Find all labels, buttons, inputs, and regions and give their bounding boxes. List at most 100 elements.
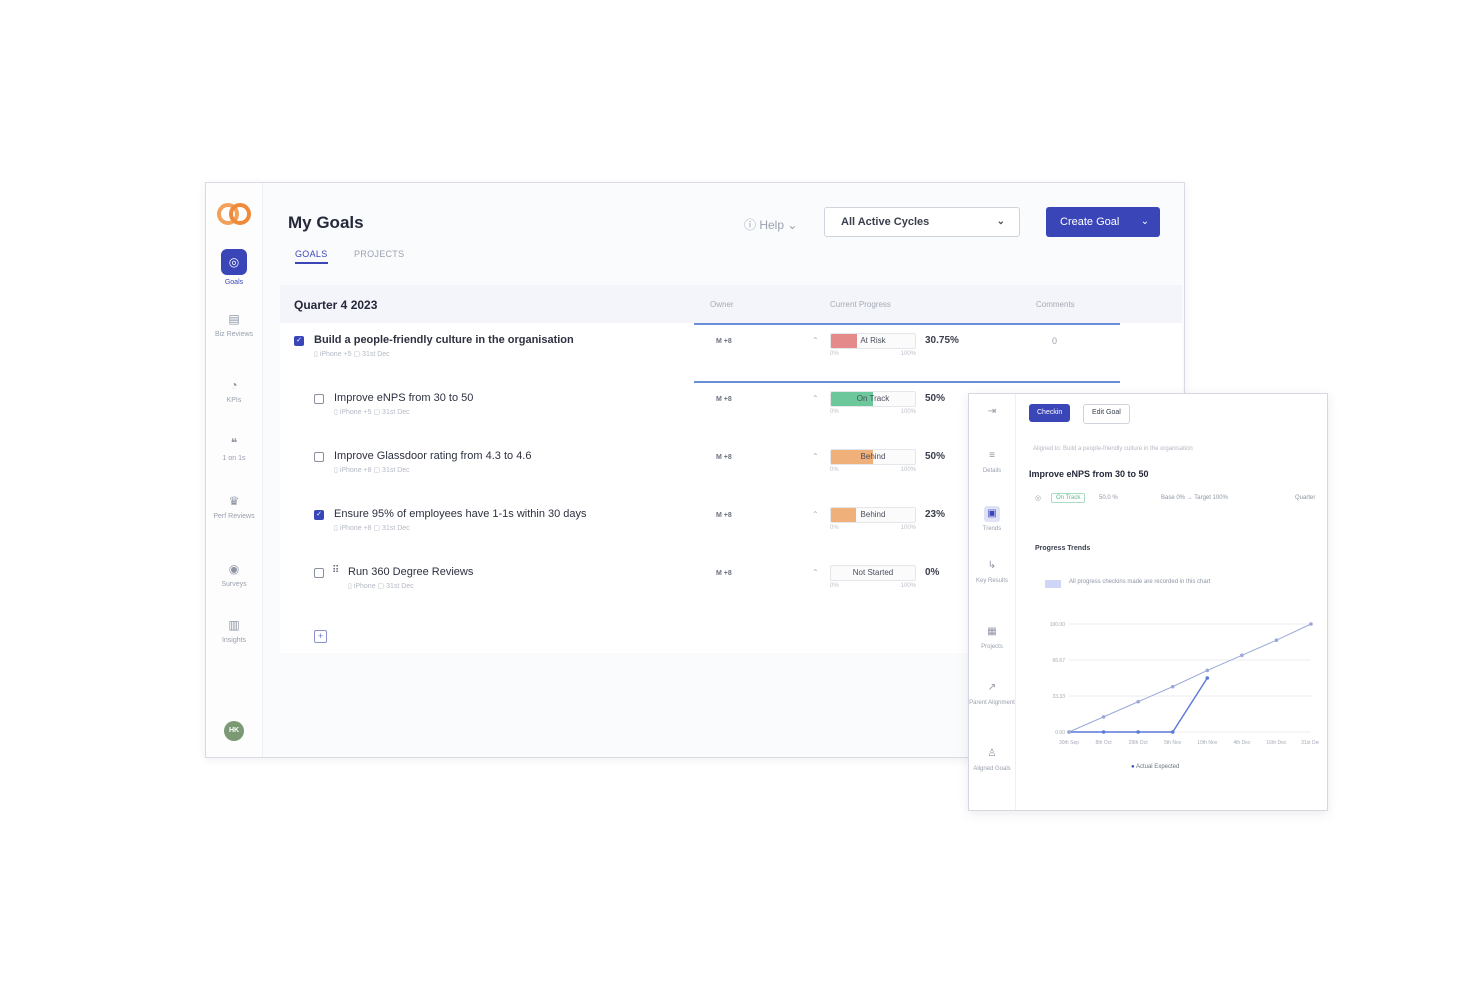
data-point-actual	[1205, 676, 1210, 680]
sidebar-item-label: Goals	[224, 279, 244, 286]
goal-checkbox[interactable]	[314, 452, 324, 462]
owner-avatars[interactable]: M +8	[716, 454, 732, 461]
data-point-actual	[1136, 730, 1140, 734]
sidebar-item-1-on-1s[interactable]: ❝ 1 on 1s	[206, 435, 262, 463]
detail-nav-label: Projects	[981, 644, 1003, 650]
owner-avatars[interactable]: M +8	[716, 338, 732, 345]
goal-title[interactable]: Improve Glassdoor rating from 4.3 to 4.6	[334, 450, 531, 462]
sidebar-item-label: 1 on 1s	[222, 455, 246, 462]
cycle-select-value: All Active Cycles	[841, 216, 930, 228]
document-icon: ▥	[228, 618, 240, 632]
progress-bar[interactable]: Behind	[830, 449, 916, 465]
detail-nav-trends[interactable]: ▣ Trends	[969, 506, 1015, 533]
sidebar-item-label: Surveys	[221, 581, 247, 588]
detail-nav-aligned-goals[interactable]: ♙ Aligned Goals	[969, 748, 1015, 773]
sidebar-item-label: Insights	[221, 637, 247, 644]
arrow-up-right-icon: ↗	[987, 682, 997, 693]
help-menu[interactable]: ⓘ Help ⌄	[744, 216, 797, 233]
sidebar-item-perf-reviews[interactable]: ♛ Perf Reviews	[206, 493, 262, 521]
trophy-icon: ♛	[228, 494, 240, 508]
detail-status-badge: On Track	[1051, 493, 1086, 503]
goal-title[interactable]: Improve eNPS from 30 to 50	[334, 392, 473, 404]
people-icon: ♙	[987, 748, 997, 759]
update-icon[interactable]: ⌃	[812, 510, 819, 519]
drag-handle-icon[interactable]: ⠿	[332, 565, 339, 576]
grid-icon: ▦	[987, 626, 997, 637]
progress-trends-chart: 0.00 33.33 66.67 100.00 30th Sep 8th Oct 29th …	[1050, 622, 1319, 746]
tab-goals[interactable]: GOALS	[295, 249, 328, 264]
update-icon[interactable]: ⌃	[812, 452, 819, 461]
gauge-icon: ◔	[230, 378, 238, 392]
sidebar: ◎ Goals ▤ Biz Reviews ◔ KPIs ❝ 1 on 1s ♛ Perf Rev…	[206, 183, 263, 757]
detail-nav-projects[interactable]: ▦ Projects	[969, 626, 1015, 651]
owner-avatars[interactable]: M +8	[716, 396, 732, 403]
table-header: Quarter 4 2023 Owner Current Progress Co…	[280, 285, 1182, 323]
create-goal-button[interactable]: Create Goal ⌄	[1046, 207, 1160, 237]
owner-avatars[interactable]: M +8	[716, 570, 732, 577]
collapse-icon[interactable]: ⇥	[969, 407, 1015, 423]
progress-bar[interactable]: Behind	[830, 507, 916, 523]
sidebar-item-surveys[interactable]: ◉ Surveys	[206, 561, 262, 589]
progress-bar[interactable]: Not Started	[830, 565, 916, 581]
detail-nav-details[interactable]: ≡ Details	[969, 451, 1015, 475]
cycle-select[interactable]: All Active Cycles ⌄	[824, 207, 1020, 237]
progress-bar[interactable]: On Track	[830, 391, 916, 407]
data-point-actual	[1170, 730, 1175, 734]
x-tick-label: 30th Sep	[1059, 740, 1079, 746]
goal-meta-owner: iPhone	[353, 583, 376, 590]
progress-percent: 30.75%	[925, 335, 959, 346]
section-title: Quarter 4 2023	[294, 298, 378, 312]
scale-max: 100%	[900, 467, 916, 473]
data-point-expected	[1101, 715, 1106, 719]
sidebar-item-goals[interactable]: ◎ Goals	[206, 249, 262, 287]
goal-title[interactable]: Build a people-friendly culture in the o…	[314, 334, 574, 346]
edit-goal-button[interactable]: Edit Goal	[1083, 404, 1130, 424]
help-icon: ⓘ	[744, 218, 760, 232]
add-goal-icon[interactable]: +	[314, 630, 327, 643]
checkin-button[interactable]: Checkin	[1029, 404, 1071, 422]
x-tick-label: 31st Dec	[1301, 740, 1319, 746]
user-avatar[interactable]: HK	[224, 721, 244, 741]
scale-max: 100%	[900, 583, 916, 589]
goal-checkbox[interactable]: ✓	[294, 336, 304, 346]
update-icon[interactable]: ⌃	[812, 336, 819, 345]
comments-count[interactable]: 0	[1052, 336, 1057, 346]
detail-base-target: Base 0% → Target 100%	[1161, 495, 1228, 501]
series-line-actual	[1069, 677, 1208, 733]
chevron-down-icon: ⌄	[996, 216, 1005, 227]
progress-scale: 0% 100%	[830, 409, 916, 415]
update-icon[interactable]: ⌃	[812, 394, 819, 403]
target-icon: ◎	[221, 249, 247, 275]
progress-scale: 0% 100%	[830, 351, 916, 357]
progress-bar[interactable]: At Risk	[830, 333, 916, 349]
create-goal-dropdown-icon[interactable]: ⌄	[1130, 207, 1160, 237]
sidebar-item-biz-reviews[interactable]: ▤ Biz Reviews	[206, 311, 262, 339]
goal-row[interactable]: ✓ Build a people-friendly culture in the …	[280, 330, 1182, 388]
data-point-expected	[1136, 699, 1140, 704]
y-tick-label: 100.00	[1050, 622, 1066, 628]
detail-nav-label: Details	[982, 468, 1002, 474]
detail-percent: 50.0 %	[1099, 495, 1118, 501]
aligned-to-text[interactable]: Aligned to: Build a people-friendly cult…	[1033, 446, 1193, 452]
goal-title[interactable]: Run 360 Degree Reviews	[348, 566, 473, 578]
goal-checkbox[interactable]	[314, 394, 324, 404]
goal-meta: ▯ iPhone ▢ 31st Dec	[348, 582, 414, 590]
owner-avatars[interactable]: M +8	[716, 512, 732, 519]
sidebar-item-kpis[interactable]: ◔ KPIs	[206, 377, 262, 405]
goal-meta: ▯ iPhone +8 ▢ 31st Dec	[334, 524, 410, 532]
scale-min: 0%	[830, 583, 839, 589]
data-point-expected	[1309, 622, 1313, 626]
chevron-down-icon: ⌄	[784, 218, 798, 232]
goal-title[interactable]: Ensure 95% of employees have 1-1s within…	[334, 508, 587, 520]
detail-nav-parent-alignment[interactable]: ↗ Parent Alignment	[969, 682, 1015, 707]
data-point-actual	[1101, 730, 1106, 734]
goal-checkbox[interactable]	[314, 568, 324, 578]
detail-nav-label: Aligned Goals	[973, 766, 1011, 772]
tab-projects[interactable]: PROJECTS	[354, 249, 404, 259]
progress-scale: 0% 100%	[830, 467, 916, 473]
sidebar-item-insights[interactable]: ▥ Insights	[206, 617, 262, 645]
update-icon[interactable]: ⌃	[812, 568, 819, 577]
status-badge: Behind	[860, 510, 886, 519]
detail-nav-key-results[interactable]: ↳ Key Results	[969, 561, 1015, 585]
goal-checkbox[interactable]: ✓	[314, 510, 324, 520]
